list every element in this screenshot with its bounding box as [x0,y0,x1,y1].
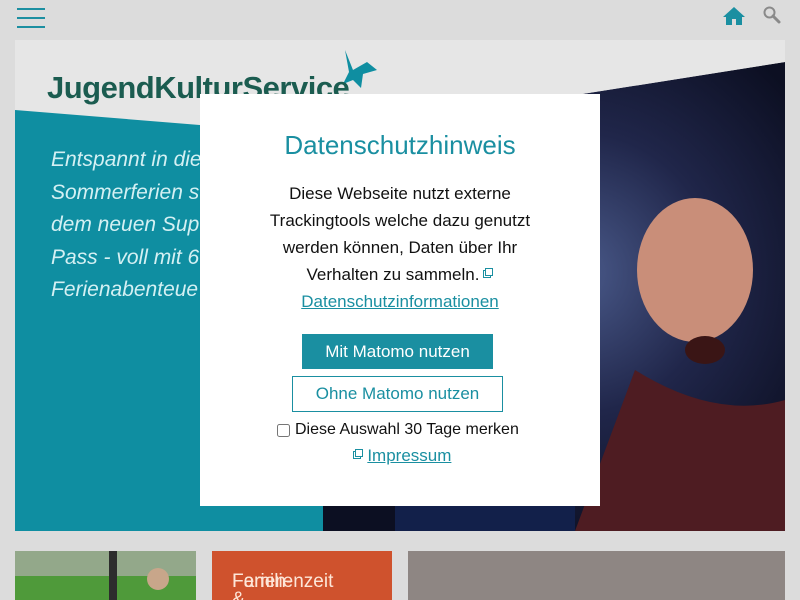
tile-grey[interactable] [408,551,785,600]
tile-label-line2: Familienzeit [232,571,334,592]
external-link-icon [352,449,363,459]
impressum-link[interactable]: Impressum [367,446,451,465]
without-matomo-button[interactable]: Ohne Matomo nutzen [292,376,503,412]
impressum-row: Impressum [200,446,600,466]
external-link-icon [483,268,494,278]
remember-choice[interactable]: Diese Auswahl 30 Tage merken [277,421,519,439]
use-matomo-button[interactable]: Mit Matomo nutzen [302,334,493,369]
dialog-body: Diese Webseite nutzt externe Trackingtoo… [269,184,531,311]
tile-photo-image [15,551,196,600]
tile-ferien-familienzeit[interactable]: Ferien- & Familienzeit [212,551,392,600]
privacy-info-link[interactable]: Datenschutzinformationen [301,292,499,311]
hamburger-menu-icon[interactable] [17,7,45,29]
home-icon[interactable] [722,5,746,27]
search-icon[interactable] [762,5,782,25]
tile-photo[interactable] [15,551,196,600]
dialog-title: Datenschutzhinweis [284,130,516,160]
top-bar [0,0,800,40]
remember-checkbox[interactable] [277,423,290,437]
privacy-dialog: Datenschutzhinweis Diese Webseite nutzt … [200,94,600,506]
